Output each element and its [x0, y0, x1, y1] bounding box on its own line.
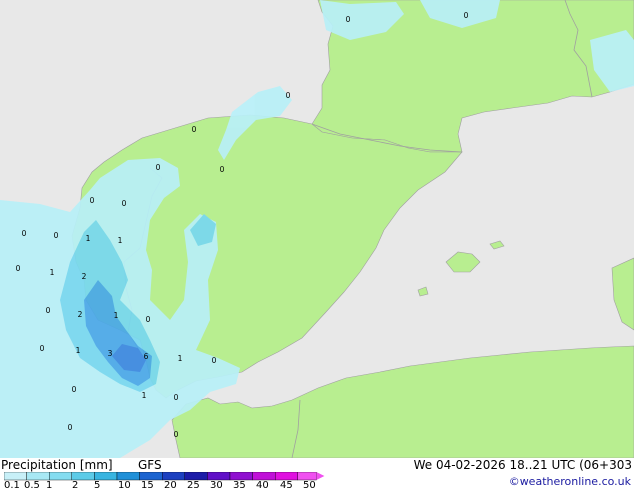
- legend-swatch: [252, 472, 276, 481]
- legend-swatch: [94, 472, 118, 481]
- valid-time: We 04-02-2026 18..21 UTC (06+303: [413, 458, 632, 472]
- precip-value-label: 0: [122, 199, 127, 208]
- precip-value-label: 3: [108, 349, 113, 358]
- model-name: GFS: [138, 458, 162, 472]
- legend-swatch: [4, 472, 27, 481]
- legend-swatch: [49, 472, 73, 481]
- precip-value-label: 0: [68, 423, 73, 432]
- legend-swatch: [207, 472, 231, 481]
- precip-value-label: 1: [114, 311, 119, 320]
- precip-value-label: 0: [220, 165, 225, 174]
- precip-value-label: 0: [146, 315, 151, 324]
- precip-value-label: 0: [16, 264, 21, 273]
- precip-value-label: 0: [192, 125, 197, 134]
- legend-swatch: [184, 472, 208, 481]
- precip-value-label: 1: [118, 236, 123, 245]
- precip-value-label: 0: [212, 356, 217, 365]
- legend-swatch: [116, 472, 140, 481]
- precip-value-label: 0: [174, 430, 179, 439]
- precip-value-label: 1: [178, 354, 183, 363]
- precip-value-label: 0: [72, 385, 77, 394]
- precip-value-label: 0: [90, 196, 95, 205]
- legend-swatch: [71, 472, 95, 481]
- precip-value-label: 0: [156, 163, 161, 172]
- legend-swatch: [297, 472, 317, 481]
- legend-swatch: [229, 472, 253, 481]
- precip-value-label: 1: [50, 268, 55, 277]
- legend-arrow: [316, 472, 325, 480]
- legend-swatch: [161, 472, 185, 481]
- precipitation-map: 0 0 0 0 0 0 0 0 1 1 0 0 0 1 2 0 2 1 0 0 1 3 6 1 0 0 1 0 0 0: [0, 0, 634, 458]
- precip-value-label: 1: [142, 391, 147, 400]
- map-title: Precipitation [mm]: [1, 458, 113, 472]
- precip-value-label: 0: [464, 11, 469, 20]
- precip-value-label: 0: [174, 393, 179, 402]
- precip-value-label: 0: [46, 306, 51, 315]
- precip-value-label: 0: [346, 15, 351, 24]
- precip-value-label: 1: [76, 346, 81, 355]
- precip-value-label: 0: [40, 344, 45, 353]
- precip-value-label: 0: [54, 231, 59, 240]
- legend-swatch: [26, 472, 50, 481]
- precip-value-label: 0: [22, 229, 27, 238]
- precip-value-label: 6: [144, 352, 149, 361]
- precip-value-label: 2: [78, 310, 83, 319]
- map-footer: Precipitation [mm] GFS We 04-02-2026 18.…: [0, 458, 634, 491]
- precip-value-label: 0: [286, 91, 291, 100]
- credit-link[interactable]: ©weatheronline.co.uk: [509, 475, 631, 489]
- precip-value-label: 1: [86, 234, 91, 243]
- precip-value-label: 2: [82, 272, 87, 281]
- legend-swatch: [275, 472, 299, 481]
- legend-swatch: [139, 472, 163, 481]
